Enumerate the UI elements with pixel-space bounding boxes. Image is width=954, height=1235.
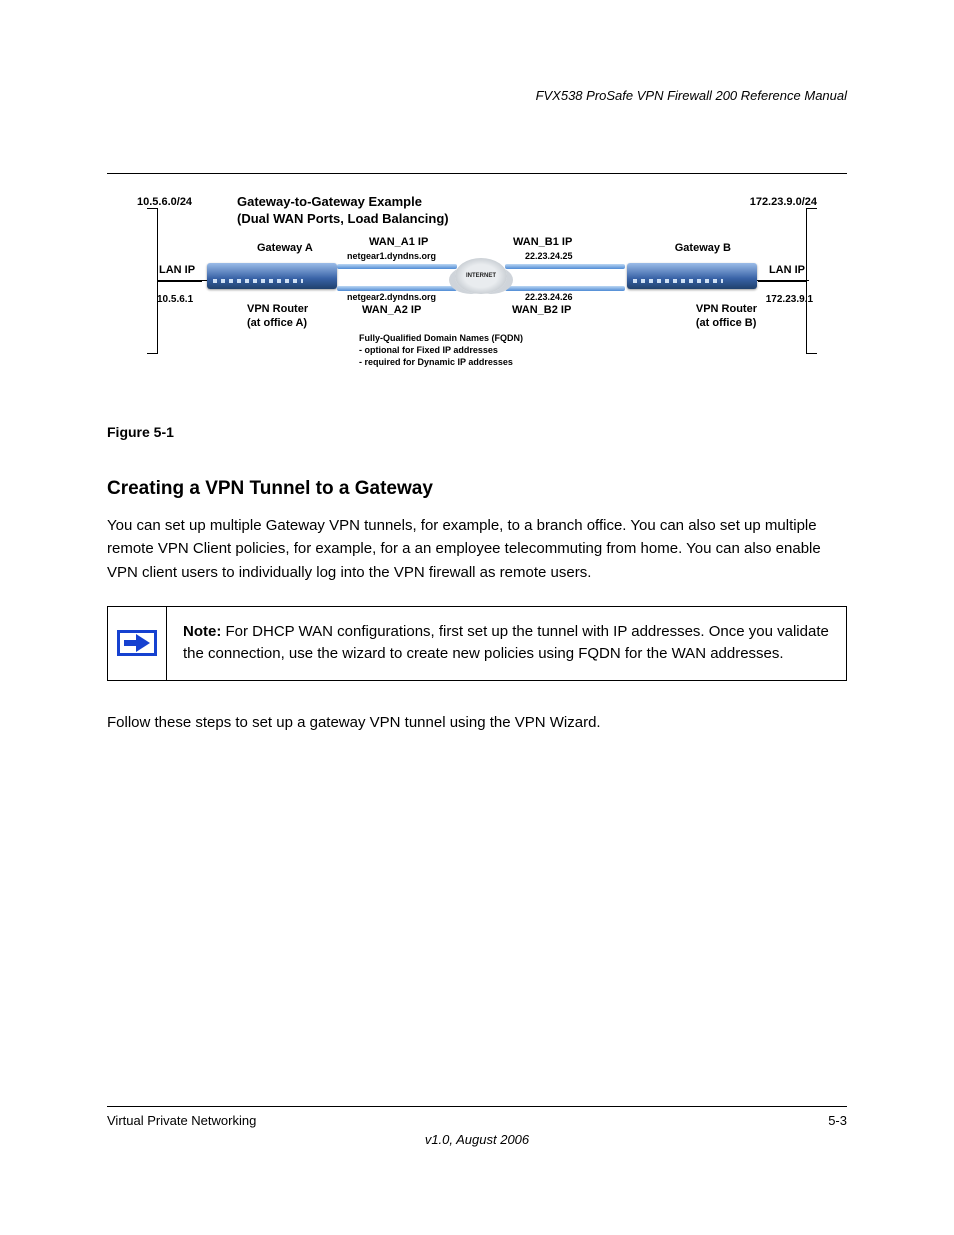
wan-a2-label: WAN_A2 IP [362, 304, 421, 316]
paragraph-2: Follow these steps to set up a gateway V… [107, 711, 847, 734]
link-a1 [337, 264, 457, 269]
lan-a-label: LAN IP [159, 264, 195, 276]
router-a-icon [207, 263, 337, 289]
fqdn-l2: - optional for Fixed IP addresses [359, 345, 498, 355]
lan-b-ip: 172.23.9.1 [766, 294, 813, 305]
vpn-b-l2: (at office B) [696, 317, 757, 329]
gateway-b-label: Gateway B [675, 242, 731, 254]
router-b-icon [627, 263, 757, 289]
section-title: Creating a VPN Tunnel to a Gateway [107, 478, 847, 500]
vpn-b-l1: VPN Router [696, 303, 757, 315]
link-b1 [505, 264, 625, 269]
diagram-title-l2: (Dual WAN Ports, Load Balancing) [237, 211, 449, 226]
note-icon-cell [108, 607, 167, 680]
figure-caption: Figure 5-1 [107, 424, 847, 440]
page-footer: Virtual Private Networking 5-3 v1.0, Aug… [107, 1106, 847, 1147]
link-b2 [505, 286, 625, 291]
note-label: Note: [183, 623, 221, 640]
wan-b2-ip: 22.23.24.26 [525, 292, 573, 302]
vpn-router-a: VPN Router (at office A) [247, 303, 308, 331]
lan-a-ip: 10.5.6.1 [157, 294, 193, 305]
gateway-a-label: Gateway A [257, 242, 313, 254]
bracket-right [806, 208, 817, 354]
network-diagram: Gateway-to-Gateway Example (Dual WAN Por… [137, 194, 817, 394]
wan-b1-label: WAN_B1 IP [513, 236, 572, 248]
lan-b-label: LAN IP [769, 264, 805, 276]
diagram-title-l1: Gateway-to-Gateway Example [237, 194, 422, 209]
wan-b1-ip: 22.23.24.25 [525, 251, 573, 261]
bracket-left [147, 208, 158, 354]
lan-b-network: 172.23.9.0/24 [750, 196, 817, 208]
diagram-title: Gateway-to-Gateway Example (Dual WAN Por… [237, 194, 449, 228]
paragraph-1: You can set up multiple Gateway VPN tunn… [107, 514, 847, 584]
lan-a-rule [157, 280, 207, 281]
footer-left: Virtual Private Networking [107, 1113, 256, 1128]
vpn-router-b: VPN Router (at office B) [696, 303, 757, 331]
vpn-a-l2: (at office A) [247, 317, 307, 329]
footer-right: 5-3 [828, 1113, 847, 1128]
page: FVX538 ProSafe VPN Firewall 200 Referenc… [0, 0, 954, 1235]
arrow-icon [117, 630, 157, 656]
footer-version: v1.0, August 2006 [107, 1132, 847, 1147]
lan-b-rule [753, 280, 809, 281]
footer-rule [107, 1106, 847, 1107]
page-header: FVX538 ProSafe VPN Firewall 200 Referenc… [107, 88, 847, 103]
wan-b2-label: WAN_B2 IP [512, 304, 571, 316]
note-body: For DHCP WAN configurations, first set u… [183, 623, 829, 663]
footer-row: Virtual Private Networking 5-3 [107, 1113, 847, 1128]
wan-a1-dns: netgear1.dyndns.org [347, 251, 436, 261]
wan-a2-dns: netgear2.dyndns.org [347, 292, 436, 302]
internet-cloud-icon: INTERNET [455, 258, 507, 294]
fqdn-l3: - required for Dynamic IP addresses [359, 357, 513, 367]
link-a2 [337, 286, 457, 291]
lan-a-network: 10.5.6.0/24 [137, 196, 192, 208]
fqdn-l1: Fully-Qualified Domain Names (FQDN) [359, 333, 523, 343]
header-rule [107, 173, 847, 174]
header-right: FVX538 ProSafe VPN Firewall 200 Referenc… [536, 88, 847, 103]
fqdn-note: Fully-Qualified Domain Names (FQDN) - op… [359, 332, 523, 368]
wan-a1-label: WAN_A1 IP [369, 236, 428, 248]
note-text: Note: For DHCP WAN configurations, first… [167, 607, 846, 680]
note-box: Note: For DHCP WAN configurations, first… [107, 606, 847, 681]
vpn-a-l1: VPN Router [247, 303, 308, 315]
